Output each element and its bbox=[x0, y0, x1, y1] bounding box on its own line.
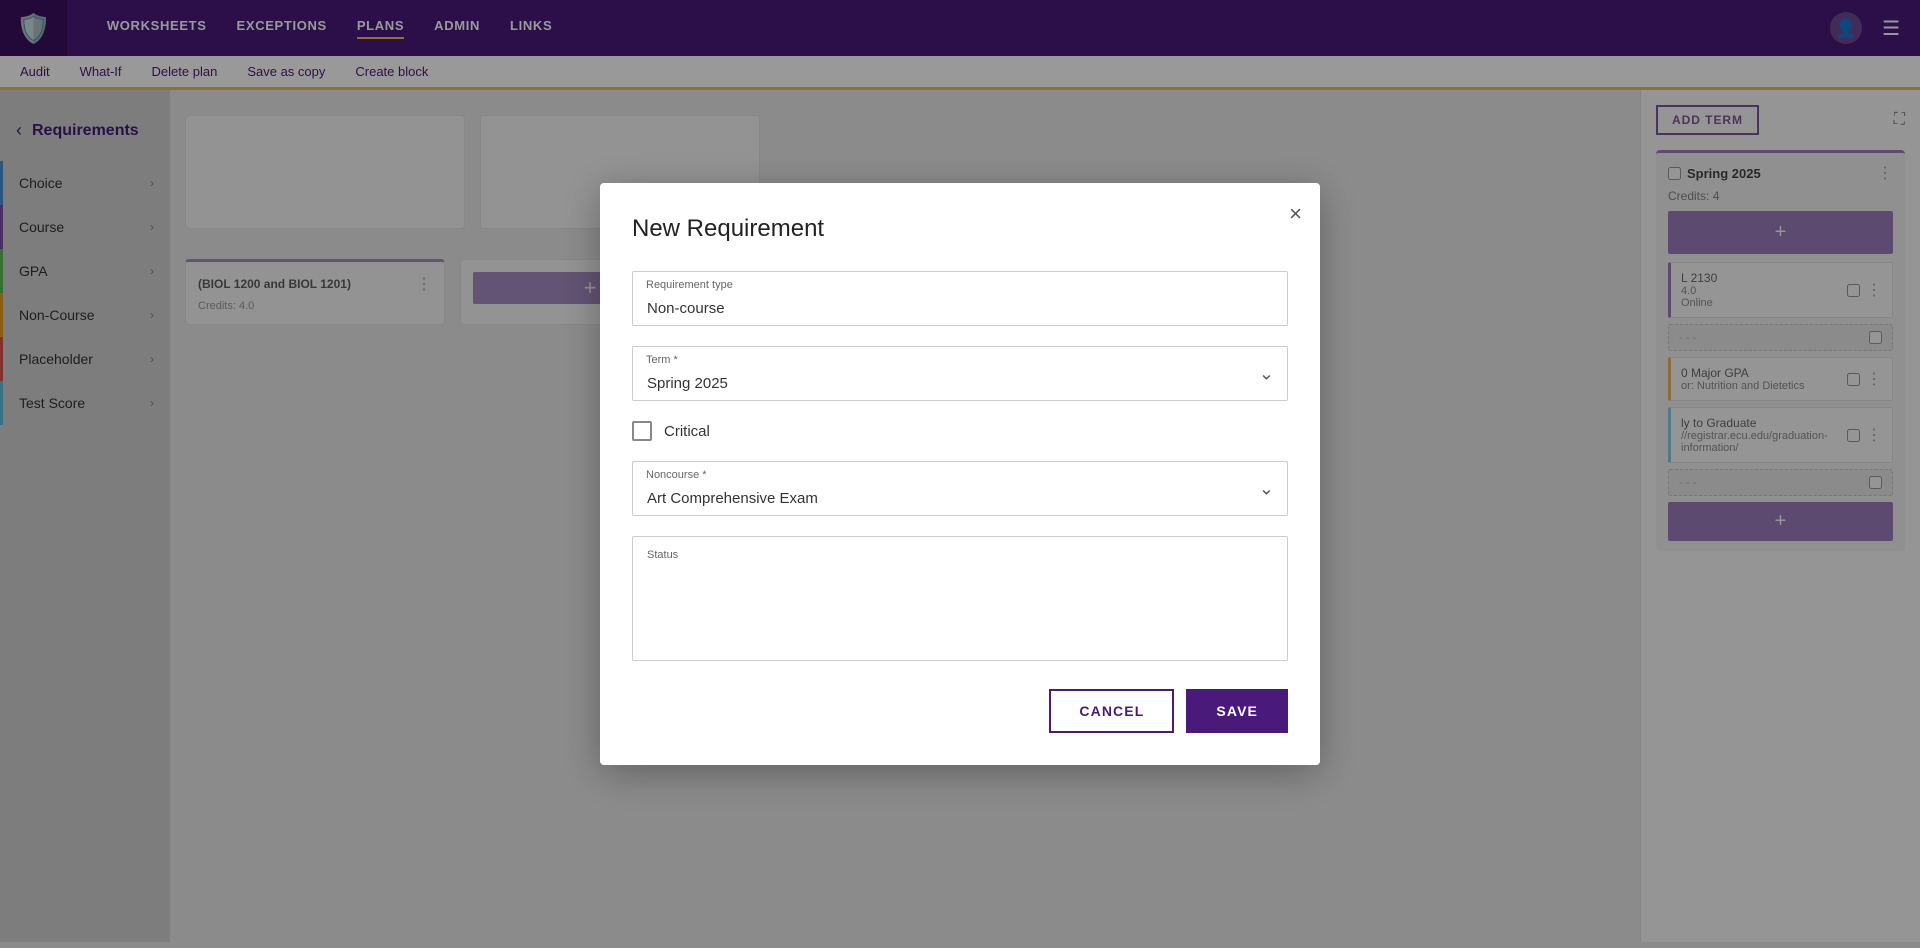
save-button[interactable]: SAVE bbox=[1186, 689, 1288, 733]
modal-close-button[interactable]: × bbox=[1289, 201, 1302, 227]
critical-checkbox[interactable] bbox=[632, 421, 652, 441]
requirement-type-field: Requirement type bbox=[632, 271, 1288, 326]
modal-actions: CANCEL SAVE bbox=[632, 689, 1288, 733]
term-select[interactable]: Spring 2025 bbox=[632, 346, 1288, 401]
status-input[interactable] bbox=[647, 565, 1273, 615]
cancel-button[interactable]: CANCEL bbox=[1049, 689, 1174, 733]
noncourse-field: Noncourse * Art Comprehensive Exam ⌄ bbox=[632, 461, 1288, 516]
noncourse-select[interactable]: Art Comprehensive Exam bbox=[632, 461, 1288, 516]
modal-title: New Requirement bbox=[632, 215, 1288, 243]
critical-checkbox-row: Critical bbox=[632, 421, 1288, 441]
term-field: Term * Spring 2025 ⌄ bbox=[632, 346, 1288, 401]
status-label: Status bbox=[647, 549, 1273, 561]
requirement-type-input[interactable] bbox=[632, 271, 1288, 326]
status-field: Status bbox=[632, 536, 1288, 661]
new-requirement-modal: New Requirement × Requirement type Term … bbox=[600, 183, 1320, 765]
critical-label[interactable]: Critical bbox=[664, 423, 710, 440]
modal-overlay: New Requirement × Requirement type Term … bbox=[0, 0, 1920, 948]
